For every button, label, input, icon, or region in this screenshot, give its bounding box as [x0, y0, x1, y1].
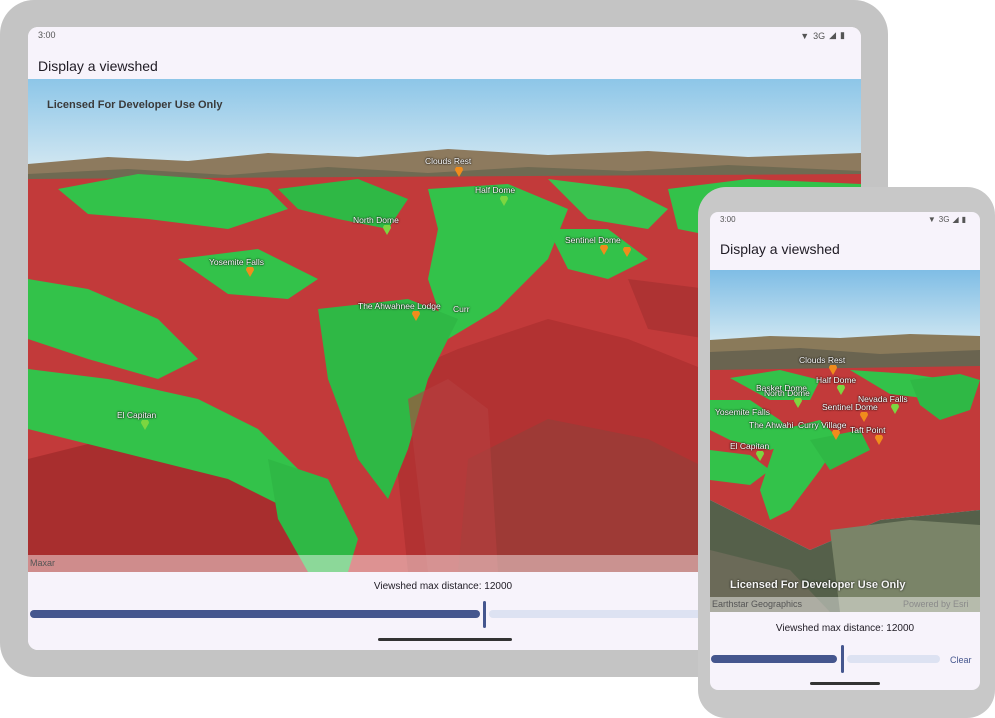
slider-active-track[interactable]: [30, 610, 480, 618]
label-clouds-rest: Clouds Rest: [799, 355, 846, 365]
label-yosemite-falls: Yosemite Falls: [209, 257, 264, 267]
navigation-handle[interactable]: [378, 638, 512, 641]
pin-icon: [500, 196, 508, 206]
status-time: 3:00: [38, 30, 56, 40]
label-sentinel-dome: Sentinel Dome: [565, 235, 621, 245]
attribution-text: Earthstar Geographics: [712, 599, 803, 609]
pin-icon: [891, 404, 899, 414]
label-el-capitan: El Capitan: [730, 441, 770, 451]
page-title: Display a viewshed: [38, 58, 158, 74]
wifi-icon: ▼: [800, 30, 810, 41]
pin-icon: [794, 398, 802, 408]
pin-icon: [623, 247, 631, 257]
label-curry-village: Curr: [453, 304, 470, 314]
viewshed-distance-label: Viewshed max distance: 12000: [373, 581, 513, 592]
status-bar: 3:00 ▼ 3G ◢ ▮: [28, 27, 861, 47]
developer-watermark: Licensed For Developer Use Only: [47, 99, 223, 111]
signal-icon: ◢: [829, 30, 837, 40]
battery-icon: ▮: [840, 30, 845, 40]
label-half-dome: Half Dome: [475, 185, 516, 195]
label-curry-village: Curry Village: [798, 420, 847, 430]
pin-icon: [141, 420, 149, 430]
powered-by-text: Powered by Esri: [903, 599, 969, 609]
page-title: Display a viewshed: [720, 241, 840, 257]
pin-icon: [455, 167, 463, 177]
label-ahwahnee-lodge: The Ahwahnee Lodge: [358, 301, 441, 311]
slider-thumb[interactable]: [483, 601, 486, 628]
label-yosemite-falls: Yosemite Falls: [715, 407, 770, 417]
pin-icon: [832, 430, 840, 440]
pin-icon: [875, 435, 883, 445]
label-clouds-rest: Clouds Rest: [425, 156, 472, 166]
label-half-dome: Half Dome: [816, 375, 857, 385]
signal-icon: ◢: [952, 215, 959, 224]
clear-button[interactable]: Clear: [950, 655, 972, 665]
pin-icon: [412, 311, 420, 321]
pin-icon: [756, 451, 764, 461]
slider-thumb[interactable]: [841, 645, 844, 673]
network-type: 3G: [938, 215, 950, 224]
label-north-dome: North Dome: [764, 388, 810, 398]
battery-icon: ▮: [961, 215, 966, 224]
status-indicators: ▼ 3G ◢ ▮: [800, 30, 845, 41]
navigation-handle[interactable]: [810, 682, 880, 685]
pin-icon: [829, 365, 837, 375]
label-sentinel-dome: Sentinel Dome: [822, 402, 878, 412]
label-taft-point: Taft Point: [850, 425, 886, 435]
pin-icon: [383, 225, 391, 235]
status-bar: 3:00 ▼ 3G ◢ ▮: [710, 212, 980, 230]
wifi-icon: ▼: [927, 215, 936, 224]
slider-inactive-track[interactable]: [847, 655, 940, 663]
label-north-dome: North Dome: [353, 215, 399, 225]
label-ahwahnee: The Ahwahi: [749, 420, 794, 430]
status-indicators: ▼ 3G ◢ ▮: [928, 215, 966, 224]
pin-icon: [246, 267, 254, 277]
network-type: 3G: [813, 30, 826, 41]
label-el-capitan: El Capitan: [117, 410, 157, 420]
slider-active-track[interactable]: [711, 655, 837, 663]
pin-icon: [600, 245, 608, 255]
viewshed-distance-label: Viewshed max distance: 12000: [775, 623, 915, 634]
attribution-text: Maxar: [30, 558, 56, 568]
pin-icon: [860, 412, 868, 422]
scene-view[interactable]: Licensed For Developer Use Only Earthsta…: [710, 270, 980, 612]
pin-icon: [837, 385, 845, 395]
developer-watermark: Licensed For Developer Use Only: [730, 579, 906, 591]
status-time: 3:00: [720, 215, 736, 224]
phone-screen: 3:00 ▼ 3G ◢ ▮ Display a viewshed License…: [710, 212, 980, 690]
